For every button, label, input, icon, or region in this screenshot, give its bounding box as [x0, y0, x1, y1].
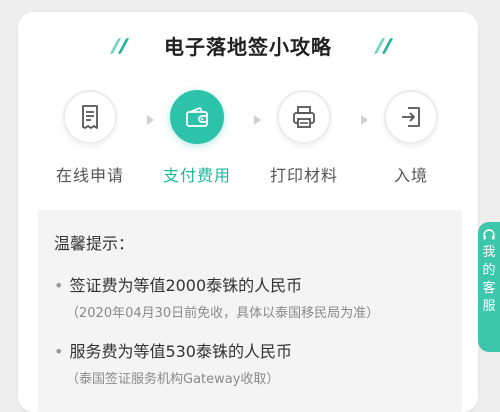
tip-item: • 服务费为等值530泰铢的人民币 （泰国签证服务机构Gateway收取）	[54, 338, 292, 387]
tip-main-text: 签证费为等值2000泰铢的人民币	[69, 276, 303, 295]
entry-icon	[402, 107, 420, 127]
step-icon-circle	[384, 90, 438, 144]
step-label: 在线申请	[55, 166, 124, 185]
step-pay-fees[interactable]: 支付费用	[152, 90, 242, 186]
tips-title: 温馨提示：	[54, 234, 135, 253]
document-icon	[82, 105, 98, 129]
title-row: 电子落地签小攻略	[18, 12, 478, 78]
printer-icon	[293, 106, 315, 128]
headset-icon	[483, 229, 495, 240]
customer-service-label: 我的客服	[482, 245, 496, 314]
step-print-materials[interactable]: 打印材料	[259, 90, 349, 186]
tip-note: （泰国签证服务机构Gateway收取）	[66, 372, 280, 387]
customer-service-tab[interactable]: 我的客服	[478, 222, 500, 352]
page-title: 电子落地签小攻略	[164, 34, 332, 59]
step-label: 入境	[393, 166, 428, 185]
step-online-apply[interactable]: 在线申请	[45, 90, 135, 186]
step-icon-circle	[63, 90, 117, 144]
guide-card: 电子落地签小攻略 在线申请 支付费用 打印材料 入境 温馨提示： • 签证费为等…	[18, 12, 478, 412]
step-label: 打印材料	[269, 166, 338, 185]
step-label: 支付费用	[162, 166, 231, 185]
wallet-icon	[186, 107, 208, 127]
decoration-slashes-icon	[373, 38, 396, 54]
tip-item: • 签证费为等值2000泰铢的人民币 （2020年04月30日前免收，具体以泰国移…	[54, 272, 379, 321]
tip-note: （2020年04月30日前免收，具体以泰国移民局为准）	[66, 306, 380, 321]
tips-panel: 温馨提示： • 签证费为等值2000泰铢的人民币 （2020年04月30日前免收，…	[38, 210, 462, 412]
tip-main-text: 服务费为等值530泰铢的人民币	[69, 342, 292, 361]
decoration-slashes-icon	[109, 38, 132, 54]
steps-bar: 在线申请 支付费用 打印材料 入境	[18, 90, 478, 200]
step-entry[interactable]: 入境	[366, 90, 456, 186]
bullet: •	[54, 342, 64, 361]
tip-main: • 签证费为等值2000泰铢的人民币	[54, 272, 379, 296]
tip-main: • 服务费为等值530泰铢的人民币	[54, 338, 292, 362]
step-icon-circle	[277, 90, 331, 144]
bullet: •	[54, 276, 64, 295]
step-icon-circle	[170, 90, 224, 144]
